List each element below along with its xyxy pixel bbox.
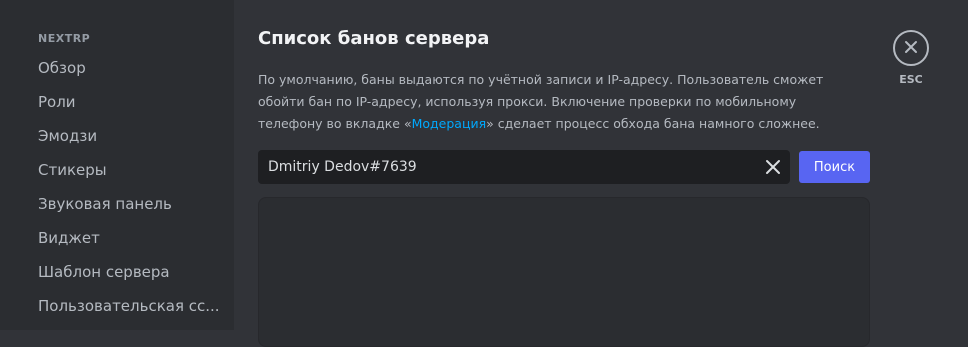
close-settings: ESC	[893, 30, 931, 86]
bans-description: По умолчанию, баны выдаются по учётной з…	[258, 69, 858, 135]
ban-search-box	[258, 150, 790, 184]
settings-sidebar: NEXTRP Обзор Роли Эмодзи Стикеры Звукова…	[0, 0, 234, 330]
sidebar-item-roles[interactable]: Роли	[30, 86, 222, 118]
search-button[interactable]: Поиск	[799, 151, 870, 183]
sidebar-item-soundboard[interactable]: Звуковая панель	[30, 188, 222, 220]
sidebar-item-widget[interactable]: Виджет	[30, 222, 222, 254]
close-button[interactable]	[893, 30, 929, 66]
sidebar-item-stickers[interactable]: Стикеры	[30, 154, 222, 186]
bans-content: Список банов сервера По умолчанию, баны …	[234, 0, 968, 347]
sidebar-item-server-template[interactable]: Шаблон сервера	[30, 256, 222, 288]
esc-label: ESC	[899, 73, 923, 86]
close-icon[interactable]	[764, 158, 782, 176]
ban-results-panel	[258, 197, 870, 347]
ban-search-input[interactable]	[258, 150, 758, 184]
sidebar-item-custom-link[interactable]: Пользовательская сс...	[30, 290, 222, 322]
close-circle-icon	[904, 39, 918, 58]
page-title: Список банов сервера	[258, 28, 490, 49]
moderation-link[interactable]: Модерация	[412, 116, 487, 131]
sidebar-item-overview[interactable]: Обзор	[30, 52, 222, 84]
description-text-after: » сделает процесс обхода бана намного сл…	[486, 116, 820, 131]
sidebar-item-emoji[interactable]: Эмодзи	[30, 120, 222, 152]
server-name-header: NEXTRP	[38, 32, 91, 45]
